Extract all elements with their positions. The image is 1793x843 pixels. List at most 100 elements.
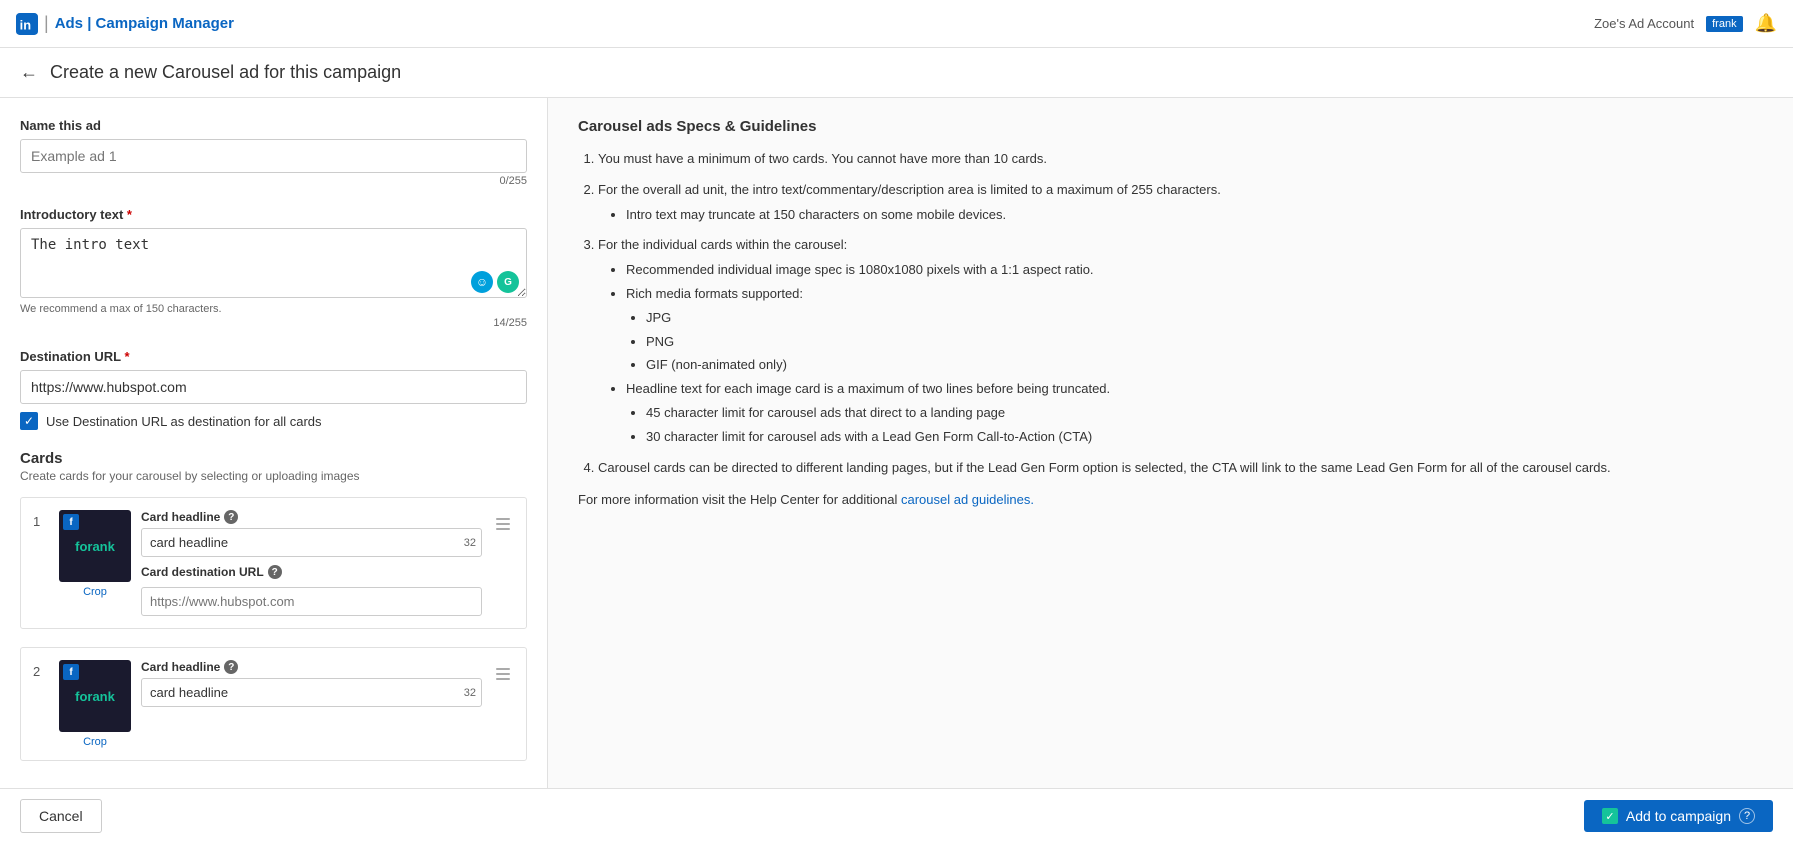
spec-2-bullets: Intro text may truncate at 150 character… (598, 205, 1763, 226)
forank-logo: forank (75, 540, 115, 553)
checkbox-label: Use Destination URL as destination for a… (46, 414, 322, 429)
card-1-headline-help-icon[interactable]: ? (224, 510, 238, 524)
spec-item-3: For the individual cards within the caro… (598, 235, 1763, 447)
spec-2-text: For the overall ad unit, the intro text/… (598, 182, 1221, 197)
card-1-fields: Card headline ? 32 Card destination URL … (141, 510, 482, 616)
drag-line-2 (496, 523, 510, 525)
add-to-campaign-button[interactable]: ✓ Add to campaign ? (1584, 800, 1773, 832)
textarea-icons: ☺ G (471, 271, 519, 293)
cards-title: Cards (20, 450, 527, 467)
specs-link[interactable]: carousel ad guidelines. (901, 492, 1034, 507)
dest-url-checkbox[interactable] (20, 412, 38, 430)
spec-3-bullets: Recommended individual image spec is 108… (598, 260, 1763, 447)
spec-3-bullet-2: Rich media formats supported: JPG PNG GI… (626, 284, 1763, 376)
card-1-headline-wrapper: 32 (141, 528, 482, 557)
card-1-crop-btn[interactable]: Crop (83, 586, 107, 598)
intro-label: Introductory text * (20, 207, 527, 222)
card-1-drag-handle[interactable] (492, 514, 514, 534)
right-panel: Carousel ads Specs & Guidelines You must… (548, 98, 1793, 838)
top-navigation: in | Ads | Campaign Manager Zoe's Ad Acc… (0, 0, 1793, 48)
card-2-forank-logo: forank (75, 690, 115, 703)
card-1-headline-input[interactable] (141, 528, 482, 557)
add-campaign-help-icon[interactable]: ? (1739, 808, 1755, 824)
intro-required: * (127, 207, 132, 222)
dest-url-section: Destination URL * Use Destination URL as… (20, 349, 527, 430)
cards-section: Cards Create cards for your carousel by … (20, 450, 527, 761)
card-2-headline-wrapper: 32 (141, 678, 482, 707)
nav-right: Zoe's Ad Account frank 🔔 (1594, 13, 1777, 34)
bottom-bar: Cancel ✓ Add to campaign ? (0, 788, 1793, 843)
name-ad-label: Name this ad (20, 118, 527, 133)
specs-footer: For more information visit the Help Cent… (578, 492, 1763, 507)
card-1-dest-text: Card destination URL (141, 565, 264, 579)
page-title: Create a new Carousel ad for this campai… (50, 62, 401, 83)
card-2-headline-input[interactable] (141, 678, 482, 707)
intro-textarea[interactable]: The intro text (20, 228, 527, 298)
forank-f-icon: f (63, 514, 79, 530)
card-2-crop-btn[interactable]: Crop (83, 736, 107, 748)
specs-title: Carousel ads Specs & Guidelines (578, 118, 1763, 135)
account-badge: frank (1706, 16, 1742, 32)
card-2-drag-handle[interactable] (492, 664, 514, 684)
spec-3-bullet-3: Headline text for each image card is a m… (626, 379, 1763, 447)
page-header: ← Create a new Carousel ad for this camp… (0, 48, 1793, 98)
card-1-headline-label: Card headline ? (141, 510, 482, 524)
intro-hint: We recommend a max of 150 characters. (20, 303, 527, 315)
grammarly-icon[interactable]: G (497, 271, 519, 293)
spec-item-1: You must have a minimum of two cards. Yo… (598, 149, 1763, 170)
cards-subtitle: Create cards for your carousel by select… (20, 469, 527, 483)
name-char-count: 0/255 (20, 175, 527, 187)
checkbox-row: Use Destination URL as destination for a… (20, 412, 527, 430)
dest-url-input[interactable] (20, 370, 527, 404)
dest-url-required: * (125, 349, 130, 364)
card-1-char-count: 32 (464, 537, 476, 549)
card-1-thumb-wrapper: f forank Crop (59, 510, 131, 598)
card-2-thumbnail[interactable]: f forank (59, 660, 131, 732)
spec-3-sub-2: PNG (646, 332, 1763, 353)
card-2-headline-help-icon[interactable]: ? (224, 660, 238, 674)
specs-list: You must have a minimum of two cards. Yo… (578, 149, 1763, 478)
name-ad-input[interactable] (20, 139, 527, 173)
drag-line-4 (496, 668, 510, 670)
spec-item-4: Carousel cards can be directed to differ… (598, 458, 1763, 479)
drag-line-1 (496, 518, 510, 520)
add-campaign-check-icon: ✓ (1602, 808, 1618, 824)
left-panel: Name this ad 0/255 Introductory text * T… (0, 98, 548, 838)
spec-3-sub-3: GIF (non-animated only) (646, 355, 1763, 376)
spec-3-text: For the individual cards within the caro… (598, 237, 847, 252)
intro-textarea-wrapper: The intro text ☺ G (20, 228, 527, 301)
spec-2-bullet-1: Intro text may truncate at 150 character… (626, 205, 1763, 226)
intro-char-count: 14/255 (20, 317, 527, 329)
card-2-thumb-wrapper: f forank Crop (59, 660, 131, 748)
spec-3-sub-bullets: JPG PNG GIF (non-animated only) (626, 308, 1763, 376)
card-1-dest-input[interactable] (141, 587, 482, 616)
spec-3-sub-bullets-2: 45 character limit for carousel ads that… (626, 403, 1763, 448)
svg-text:in: in (20, 17, 32, 32)
card-2-char-count: 32 (464, 687, 476, 699)
spec-1-text: You must have a minimum of two cards. Yo… (598, 151, 1047, 166)
card-item-1: 1 f forank Crop Card headline ? 32 (20, 497, 527, 629)
drag-line-6 (496, 678, 510, 680)
bell-icon[interactable]: 🔔 (1755, 13, 1777, 34)
card-1-thumbnail[interactable]: f forank (59, 510, 131, 582)
linkedin-logo-icon: in (16, 13, 38, 35)
card-2-fields: Card headline ? 32 (141, 660, 482, 707)
card-item-2: 2 f forank Crop Card headline ? 32 (20, 647, 527, 761)
card-1-dest-help-icon[interactable]: ? (268, 565, 282, 579)
name-ad-section: Name this ad 0/255 (20, 118, 527, 187)
intro-text-section: Introductory text * The intro text ☺ G W… (20, 207, 527, 329)
cancel-button[interactable]: Cancel (20, 799, 102, 833)
back-button[interactable]: ← (20, 62, 38, 83)
card-1-number: 1 (33, 514, 49, 529)
account-name: Zoe's Ad Account (1594, 16, 1694, 31)
main-layout: Name this ad 0/255 Introductory text * T… (0, 98, 1793, 838)
drag-line-5 (496, 673, 510, 675)
spec-3-sub-1: JPG (646, 308, 1763, 329)
nav-app-name: Ads | Campaign Manager (55, 15, 234, 32)
spec-3-bullet-1: Recommended individual image spec is 108… (626, 260, 1763, 281)
spec-item-2: For the overall ad unit, the intro text/… (598, 180, 1763, 226)
emoji-icon[interactable]: ☺ (471, 271, 493, 293)
dest-url-label: Destination URL * (20, 349, 527, 364)
card-1-dest-label: Card destination URL ? (141, 565, 482, 579)
nav-brand: in | Ads | Campaign Manager (16, 13, 234, 35)
